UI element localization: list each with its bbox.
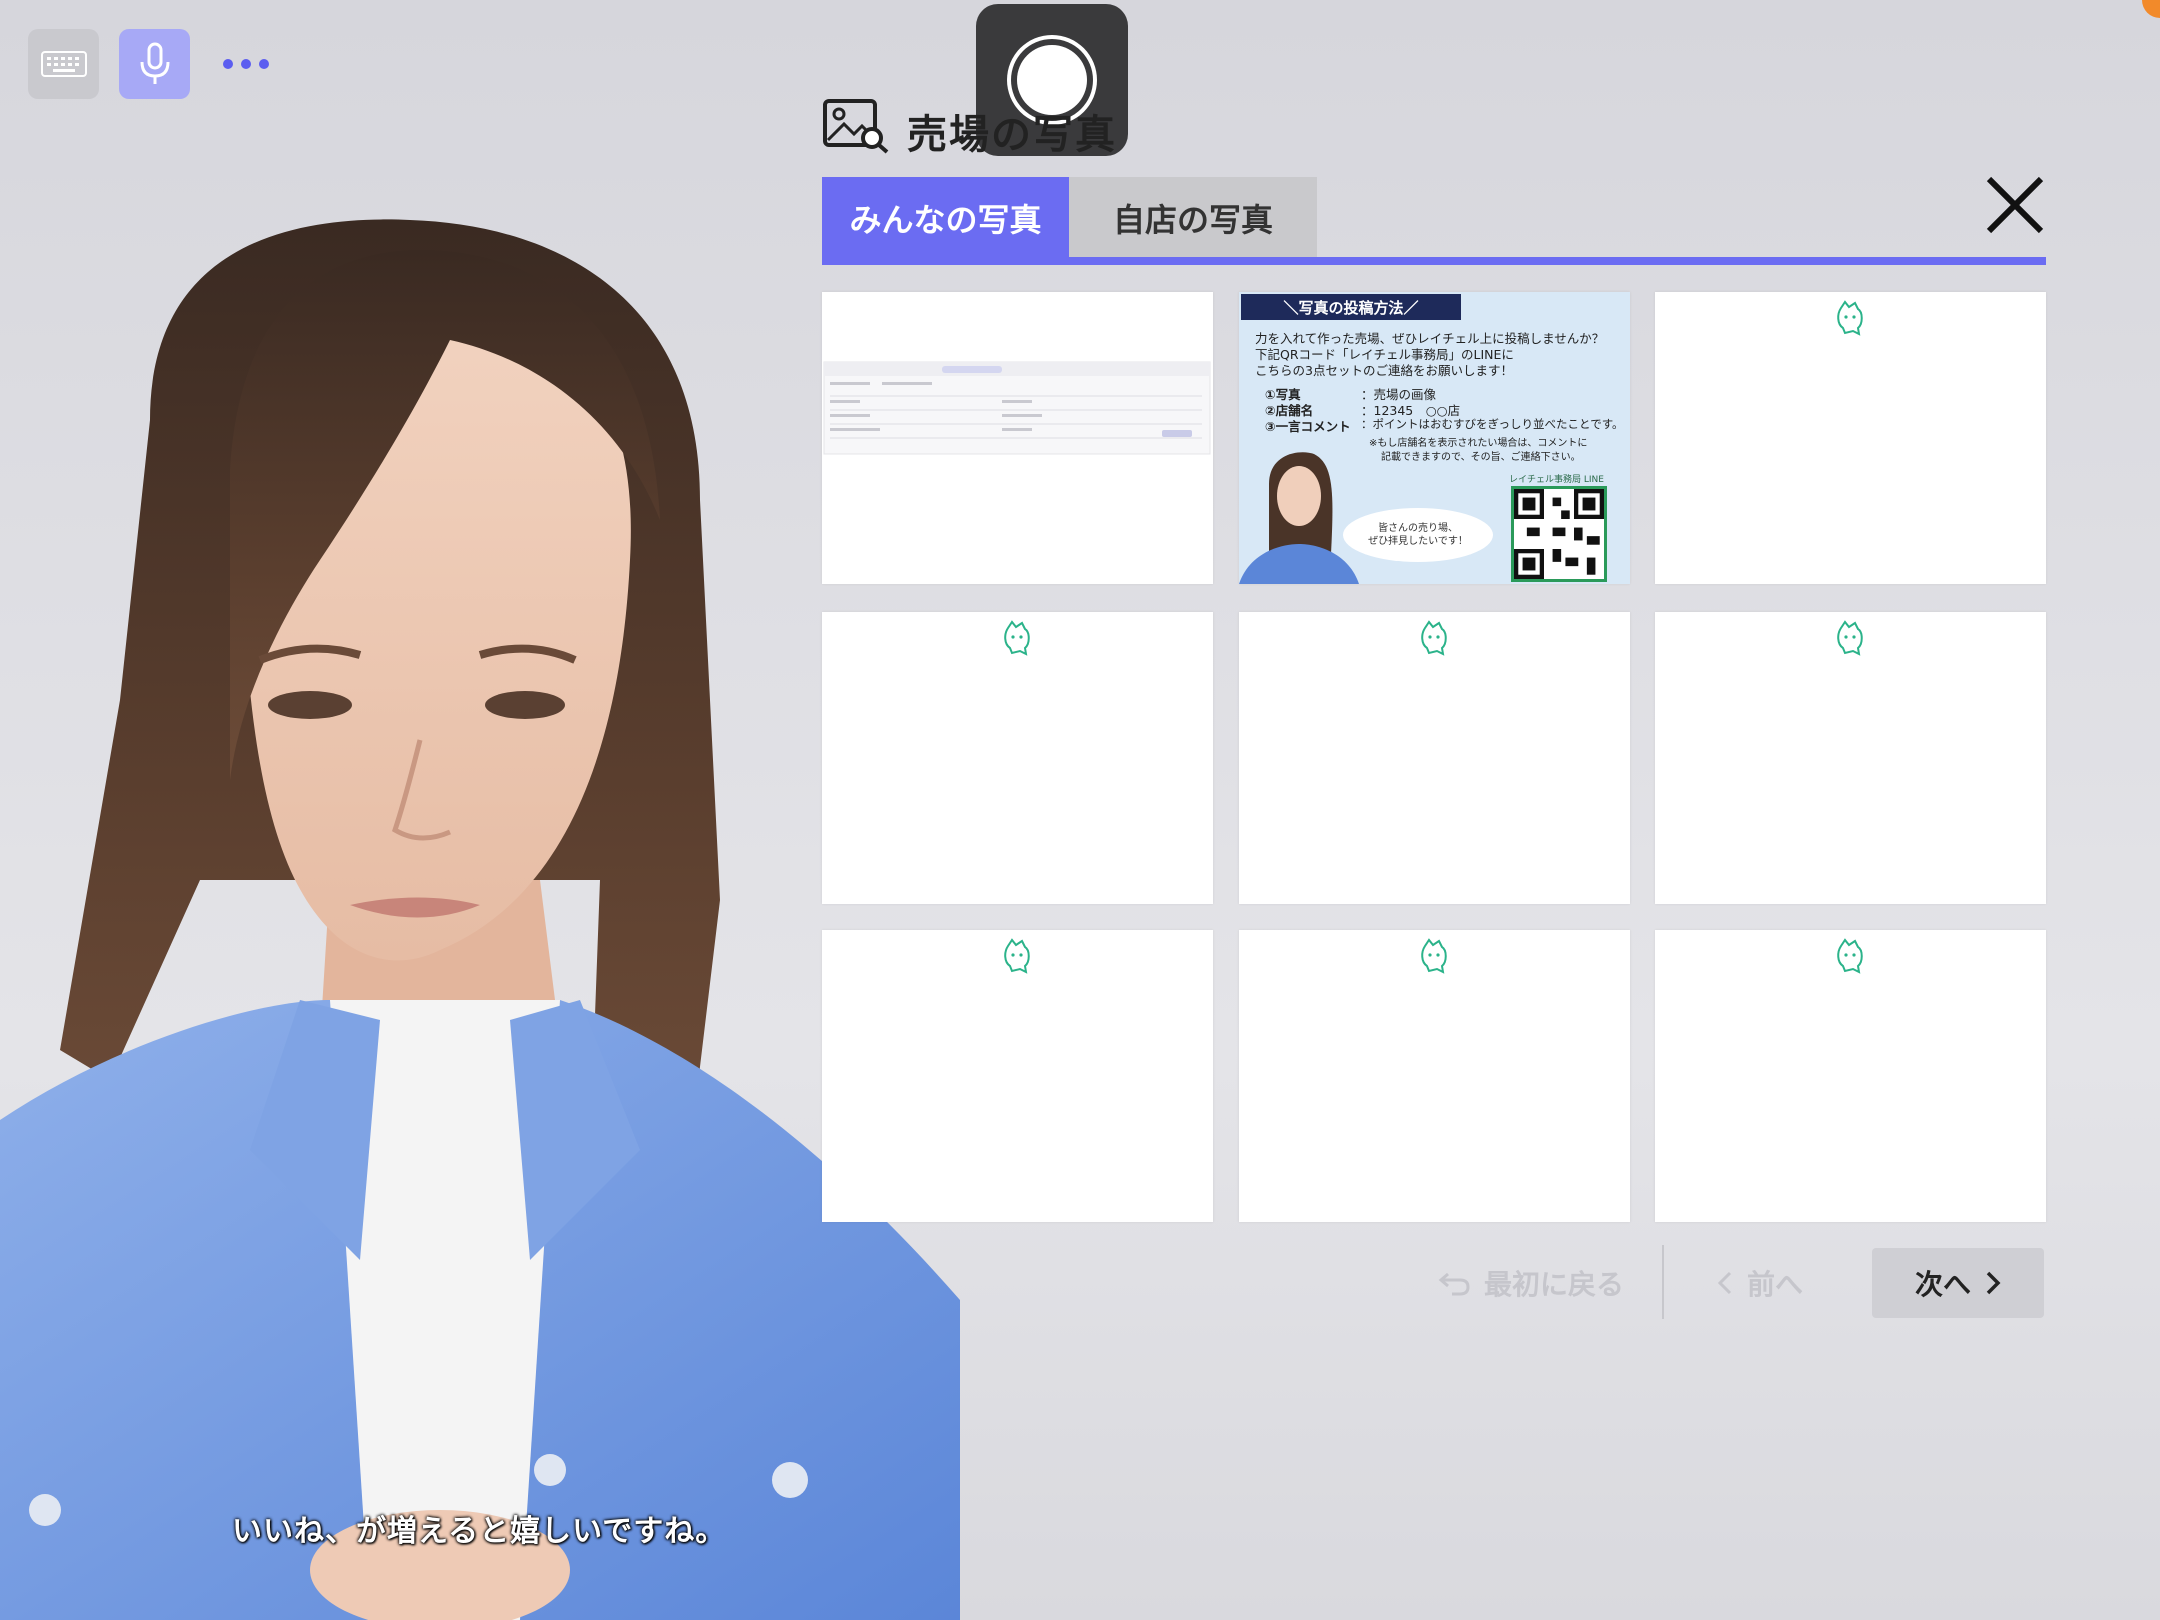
keyboard-button[interactable] bbox=[28, 29, 99, 99]
chevron-left-icon bbox=[1717, 1271, 1732, 1295]
tab-my-store-photos[interactable]: 自店の写真 bbox=[1069, 177, 1317, 259]
tab-underline bbox=[822, 257, 2046, 265]
image-search-icon bbox=[823, 99, 889, 154]
chevron-right-icon bbox=[1986, 1271, 2001, 1295]
close-icon[interactable] bbox=[1985, 175, 2045, 235]
microphone-icon bbox=[140, 42, 169, 84]
bubble-text: ぜひ拝見したいです！ bbox=[1368, 536, 1468, 547]
next-button[interactable]: 次へ bbox=[1872, 1248, 2044, 1318]
photo-card-2[interactable]: ＼写真の投稿方法／ 力を入れて作った売場、ぜひレイチェル上に投稿しませんか？ 下… bbox=[1239, 292, 1630, 584]
mascot-placeholder-icon bbox=[1837, 620, 1863, 656]
speech-bubble: 皆さんの売り場、 ぜひ拝見したいです！ bbox=[1343, 508, 1493, 562]
status-dot bbox=[2142, 0, 2160, 18]
guide-text: こちらの3点セットのご連絡をお願いします！ bbox=[1255, 363, 1513, 378]
photo-card-7[interactable] bbox=[822, 930, 1213, 1222]
guide-item-label: ③一言コメント bbox=[1265, 419, 1351, 434]
guide-note: 記載できますので、その旨、ご連絡下さい。 bbox=[1381, 452, 1581, 463]
next-label: 次へ bbox=[1914, 1268, 1971, 1301]
mascot-placeholder-icon bbox=[1837, 938, 1863, 974]
mascot-placeholder-icon bbox=[1004, 938, 1030, 974]
qr-code-icon bbox=[1511, 486, 1607, 582]
photo-card-3[interactable] bbox=[1655, 292, 2046, 584]
posting-guide-card: ＼写真の投稿方法／ 力を入れて作った売場、ぜひレイチェル上に投稿しませんか？ 下… bbox=[1239, 292, 1630, 584]
prev-button[interactable]: 前へ bbox=[1690, 1248, 1830, 1318]
return-icon bbox=[1438, 1272, 1470, 1296]
photo-card-8[interactable] bbox=[1239, 930, 1630, 1222]
photo-card-4[interactable] bbox=[822, 612, 1213, 904]
photo-card-9[interactable] bbox=[1655, 930, 2046, 1222]
photo-card-5[interactable] bbox=[1239, 612, 1630, 904]
mascot-placeholder-icon bbox=[1421, 938, 1447, 974]
guide-item-value: ：ポイントはおむすびをぎっしり並べたことです。 bbox=[1361, 417, 1624, 431]
more-button[interactable] bbox=[216, 44, 276, 84]
guide-note: ※もし店舗名を表示されたい場合は、コメントに bbox=[1369, 438, 1588, 449]
mascot-placeholder-icon bbox=[1837, 300, 1863, 336]
bubble-text: 皆さんの売り場、 bbox=[1378, 523, 1458, 534]
subtitle-caption: いいね、が増えると嬉しいですね。 bbox=[232, 1514, 727, 1549]
nav-divider bbox=[1662, 1245, 1664, 1319]
prev-label: 前へ bbox=[1746, 1268, 1803, 1301]
microphone-button[interactable] bbox=[119, 29, 190, 99]
tab-everyone-photos[interactable]: みんなの写真 bbox=[822, 177, 1069, 259]
qr-caption: レイチェル事務局 LINE bbox=[1509, 475, 1604, 485]
page-title: 売場の写真 bbox=[907, 112, 1117, 158]
keyboard-icon bbox=[40, 51, 87, 77]
photo-card-6[interactable] bbox=[1655, 612, 2046, 904]
screenshot-thumbnail bbox=[823, 361, 1211, 455]
guide-avatar bbox=[1239, 452, 1359, 584]
mascot-placeholder-icon bbox=[1421, 620, 1447, 656]
back-to-first-button[interactable]: 最初に戻る bbox=[1400, 1248, 1662, 1318]
mascot-placeholder-icon bbox=[1004, 620, 1030, 656]
more-dots-icon bbox=[223, 59, 269, 69]
photo-card-1[interactable] bbox=[822, 292, 1213, 584]
back-to-first-label: 最初に戻る bbox=[1483, 1268, 1624, 1301]
guide-header: ＼写真の投稿方法／ bbox=[1241, 294, 1461, 320]
